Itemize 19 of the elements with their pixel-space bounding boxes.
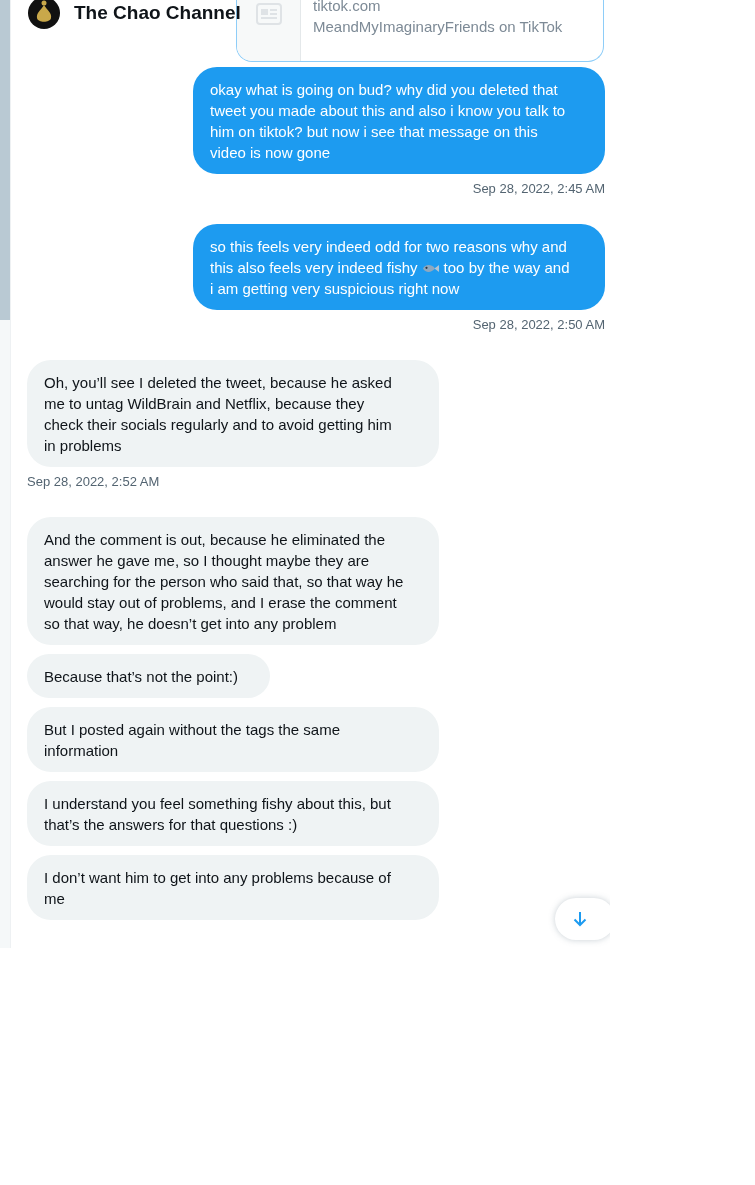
- scroll-down-button[interactable]: [555, 898, 610, 940]
- link-title: MeandMyImaginaryFriends on TikTok: [313, 17, 563, 37]
- message-bubble: And the comment is out, because he eliminated the answer he gave me, so I thought maybe they are searching for the person who said that, so that way he would stay out of problems, and I erase the comment so that way, he doesn’t get into any problem: [27, 517, 439, 645]
- message-bubble: so this feels very indeed odd for two reasons why and this also feels very indeed fishy too by the way and i am getting very suspicious right now: [193, 224, 605, 310]
- message-bubble: okay what is going on bud? why did you deleted that tweet you made about this and also i know you talk to him on tiktok? but now i see that message on this video is now gone: [193, 67, 605, 174]
- message-bubble: Because that’s not the point:): [27, 654, 271, 698]
- message-bubble: I don’t want him to get into any problems because of me: [27, 855, 439, 920]
- message-timestamp: Sep 28, 2022, 2:52 AM: [27, 474, 160, 489]
- message-bubble: Oh, you’ll see I deleted the tweet, because he asked me to untag WildBrain and Netflix, because they check their socials regularly and to avoid getting him in problems: [27, 360, 439, 467]
- message-timestamp: Sep 28, 2022, 2:50 AM: [472, 317, 605, 332]
- scrollbar[interactable]: [0, 0, 11, 948]
- message-bubble: But I posted again without the tags the same information: [27, 707, 439, 772]
- article-icon: [255, 3, 282, 25]
- arrow-down-icon: [573, 911, 587, 927]
- fish-emoji-icon: [421, 263, 440, 274]
- message-bubble: I understand you feel something fishy about this, but that’s the answers for that questions :): [27, 781, 439, 846]
- link-domain: tiktok.com: [313, 0, 382, 16]
- avatar[interactable]: [28, 0, 60, 29]
- message-timestamp: Sep 28, 2022, 2:45 AM: [472, 181, 605, 196]
